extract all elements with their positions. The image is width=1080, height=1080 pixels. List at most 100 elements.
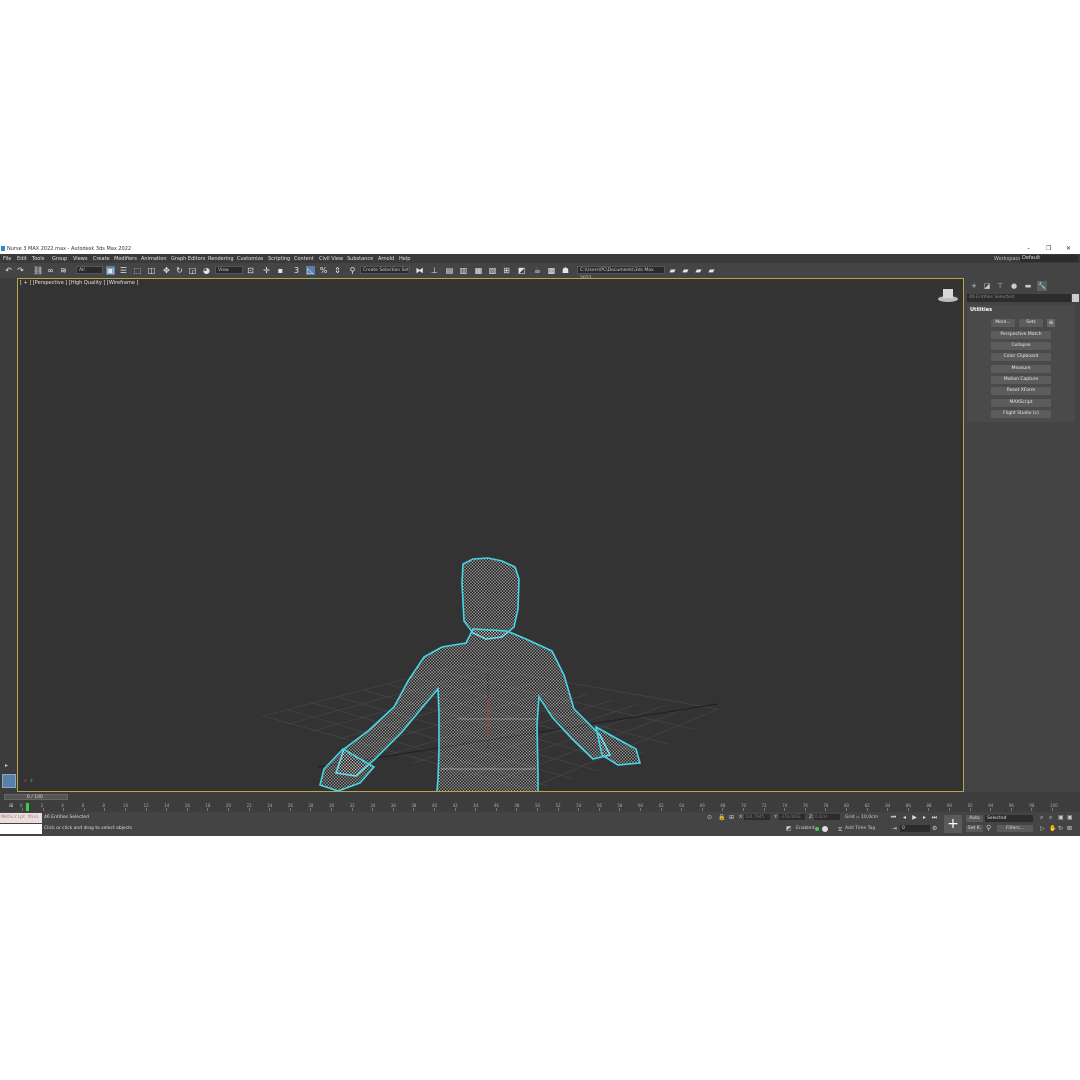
playhead-marker[interactable] bbox=[26, 803, 29, 811]
isolate-icon[interactable]: ⊙ bbox=[707, 814, 712, 821]
lock-selection-icon[interactable]: 🔒 bbox=[718, 814, 725, 821]
mirror-icon[interactable]: ⧓ bbox=[415, 266, 424, 275]
menu-file[interactable]: File bbox=[3, 256, 11, 262]
edit-named-sets-icon[interactable]: ⚲ bbox=[348, 266, 357, 275]
menu-graph-editors[interactable]: Graph Editors bbox=[171, 256, 205, 262]
color-swatch[interactable] bbox=[1072, 294, 1079, 302]
display-tab-icon[interactable]: ▬ bbox=[1023, 281, 1033, 291]
sets-button[interactable]: Sets bbox=[1019, 319, 1043, 327]
set-key-button[interactable]: Set K. bbox=[966, 825, 983, 832]
menu-modifiers[interactable]: Modifiers bbox=[114, 256, 137, 262]
selection-filter-select[interactable]: All bbox=[76, 266, 103, 274]
key-filter-select[interactable]: Selected bbox=[985, 815, 1033, 822]
maxscript-output[interactable] bbox=[0, 824, 42, 834]
motion-capture-button[interactable]: Motion Capture bbox=[991, 376, 1051, 384]
y-coordinate-field[interactable]: -378,0063 bbox=[779, 814, 805, 820]
link-icon[interactable]: ⛓ bbox=[33, 266, 43, 275]
rect-selection-icon[interactable]: ⬚ bbox=[133, 266, 142, 275]
named-selection-set-select[interactable]: Create Selection Set bbox=[360, 266, 410, 274]
zoom-icon[interactable]: ⌕ bbox=[1040, 814, 1043, 822]
reset-xform-button[interactable]: Reset XForm bbox=[991, 387, 1051, 395]
command-panel-search[interactable]: 46 Entities Selected bbox=[967, 294, 1071, 302]
time-tag-icon[interactable]: ⧖ bbox=[838, 826, 842, 834]
scene-explorer-icon[interactable]: ▤ bbox=[445, 266, 454, 275]
set-key-icon[interactable]: + bbox=[944, 815, 962, 833]
align-icon[interactable]: ⊥ bbox=[430, 266, 439, 275]
menu-animation[interactable]: Animation bbox=[141, 256, 167, 262]
configure-sets-icon[interactable]: ≡ bbox=[1047, 319, 1055, 327]
x-coordinate-field[interactable]: 104,7945 bbox=[744, 814, 770, 820]
perspective-viewport[interactable]: [ + ] [Perspective ] [High Quality ] [Wi… bbox=[17, 278, 964, 792]
menu-edit[interactable]: Edit bbox=[17, 256, 27, 262]
flight-studio-button[interactable]: Flight Studio (c) bbox=[991, 410, 1051, 418]
maximize-viewport-icon[interactable]: ⊠ bbox=[1067, 825, 1072, 832]
collapse-button[interactable]: Collapse bbox=[991, 342, 1051, 350]
hierarchy-tab-icon[interactable]: ⊤ bbox=[995, 281, 1005, 291]
play-arrow-icon[interactable]: ▸ bbox=[5, 762, 8, 769]
schematic-view-icon[interactable]: ⊞ bbox=[502, 266, 511, 275]
select-manipulate-icon[interactable]: ✛ bbox=[262, 266, 271, 275]
open-folder-icon[interactable]: ▰ bbox=[681, 266, 690, 275]
rollout-title[interactable]: Utilities bbox=[970, 307, 992, 313]
menu-civil-view[interactable]: Civil View bbox=[319, 256, 343, 262]
menu-views[interactable]: Views bbox=[73, 256, 87, 262]
undo-icon[interactable]: ↶ bbox=[4, 266, 13, 275]
window-crossing-icon[interactable]: ◫ bbox=[147, 266, 156, 275]
unlink-icon[interactable]: ∞ bbox=[46, 266, 55, 275]
menu-help[interactable]: Help bbox=[399, 256, 410, 262]
measure-button[interactable]: Measure bbox=[991, 365, 1051, 373]
zoom-all-icon[interactable]: ⌕ bbox=[1049, 814, 1052, 822]
menu-rendering[interactable]: Rendering bbox=[208, 256, 234, 262]
move-icon[interactable]: ✥ bbox=[162, 266, 171, 275]
key-filters-icon[interactable]: ⚲ bbox=[986, 824, 991, 832]
create-tab-icon[interactable]: + bbox=[969, 281, 979, 291]
project-path-select[interactable]: C:\Users\PC\Documents\3ds Max 2022 bbox=[577, 266, 665, 281]
scale-icon[interactable]: ◲ bbox=[188, 266, 197, 275]
menu-group[interactable]: Group bbox=[52, 256, 67, 262]
menu-tools[interactable]: Tools bbox=[32, 256, 44, 262]
perspective-match-button[interactable]: Perspective Match bbox=[991, 331, 1051, 339]
time-slider[interactable]: 0 / 100 bbox=[4, 794, 68, 800]
go-to-start-icon[interactable]: ⏮ bbox=[890, 814, 897, 821]
orbit-icon[interactable]: ↻ bbox=[1058, 825, 1063, 832]
viewport-layout-icon[interactable] bbox=[2, 774, 16, 788]
close-icon[interactable]: ✕ bbox=[1066, 245, 1071, 252]
spinner-snap-icon[interactable]: ⇕ bbox=[333, 266, 342, 275]
absolute-mode-icon[interactable]: ⊞ bbox=[729, 814, 734, 821]
menu-substance[interactable]: Substance bbox=[347, 256, 373, 262]
color-clipboard-button[interactable]: Color Clipboard bbox=[991, 353, 1051, 361]
enabled-indicator-icon[interactable] bbox=[815, 827, 819, 831]
reference-coord-select[interactable]: View bbox=[215, 266, 243, 274]
pivot-icon[interactable]: ⊡ bbox=[246, 266, 255, 275]
material-editor-icon[interactable]: ◩ bbox=[517, 266, 526, 275]
time-tag-toggle-icon[interactable] bbox=[822, 826, 828, 832]
zoom-extents-icon[interactable]: ▣ bbox=[1058, 814, 1064, 821]
key-mode-icon[interactable]: ⇥ bbox=[892, 825, 897, 832]
field-of-view-icon[interactable]: ▷ bbox=[1040, 825, 1045, 832]
rendered-frame-icon[interactable]: ▩ bbox=[547, 266, 556, 275]
add-time-tag-label[interactable]: Add Time Tag bbox=[845, 826, 875, 831]
asset-folder-icon[interactable]: ▰ bbox=[707, 266, 716, 275]
play-icon[interactable]: ▶ bbox=[911, 814, 918, 821]
track-bar-ruler[interactable]: 0 2 4 6 8 10 12 14 16 18 20 22 24 26 28 30 32 34 36 38 40 42 4… bbox=[20, 803, 1062, 811]
select-object-icon[interactable]: ▣ bbox=[106, 266, 115, 275]
placement-icon[interactable]: ◕ bbox=[202, 266, 211, 275]
menu-content[interactable]: Content bbox=[294, 256, 314, 262]
pan-icon[interactable]: ✋ bbox=[1049, 825, 1056, 832]
utilities-tab-icon[interactable]: 🔧 bbox=[1037, 281, 1047, 291]
toggle-ribbon-icon[interactable]: ▦ bbox=[474, 266, 483, 275]
next-frame-icon[interactable]: ▸ bbox=[921, 814, 928, 821]
save-folder-icon[interactable]: ▰ bbox=[694, 266, 703, 275]
bind-spacewarp-icon[interactable]: ≋ bbox=[59, 266, 68, 275]
menu-customize[interactable]: Customize bbox=[237, 256, 263, 262]
rotate-icon[interactable]: ↻ bbox=[175, 266, 184, 275]
time-config-icon[interactable]: ⚙ bbox=[932, 825, 937, 832]
motion-tab-icon[interactable]: ● bbox=[1009, 281, 1019, 291]
minimize-icon[interactable]: – bbox=[1027, 245, 1030, 252]
zoom-extents-all-icon[interactable]: ▣ bbox=[1067, 814, 1073, 821]
curve-editor-icon[interactable]: ▧ bbox=[488, 266, 497, 275]
maxscript-button[interactable]: MAXScript bbox=[991, 399, 1051, 407]
snap-toggle-icon[interactable]: 3 bbox=[292, 266, 301, 275]
modify-tab-icon[interactable]: ◪ bbox=[982, 281, 992, 291]
more-button[interactable]: More... bbox=[991, 319, 1015, 327]
